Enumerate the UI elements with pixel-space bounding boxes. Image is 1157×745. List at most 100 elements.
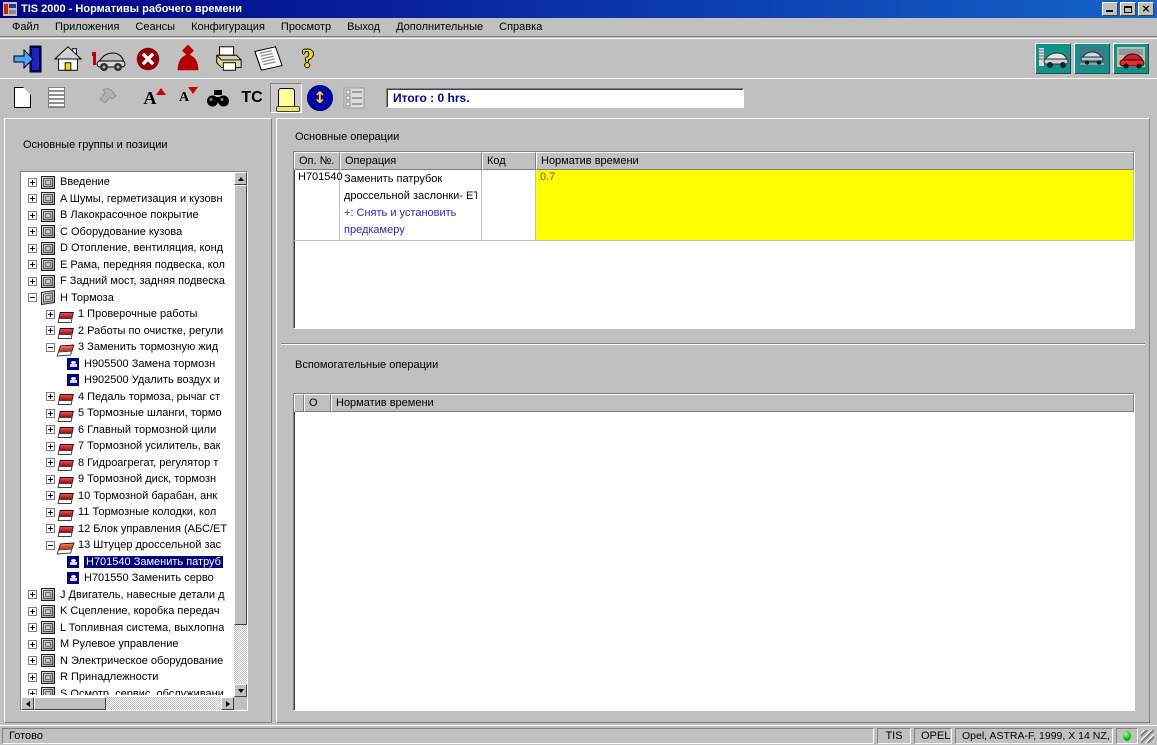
tree-item-h8[interactable]: 8 Гидроагрегат, регулятор т	[23, 455, 232, 472]
help-button[interactable]: ?	[288, 41, 328, 77]
tree-item-group-a[interactable]: A Шумы, герметизация и кузовн	[23, 191, 232, 208]
expand-icon[interactable]	[28, 656, 37, 665]
tree-item-group-b[interactable]: B Лакокрасочное покрытие	[23, 207, 232, 224]
tree-item-h7[interactable]: 7 Тормозной усилитель, вак	[23, 438, 232, 455]
menu-sessions[interactable]: Сеансы	[127, 19, 183, 36]
horizontal-scroll-thumb[interactable]	[34, 697, 106, 710]
expand-icon[interactable]	[46, 310, 55, 319]
tree-item-h5[interactable]: 5 Тормозные шланги, тормо	[23, 405, 232, 422]
expand-icon[interactable]	[46, 458, 55, 467]
tree-item-group-m[interactable]: M Рулевое управление	[23, 636, 232, 653]
expand-icon[interactable]	[46, 442, 55, 451]
tree-item-introduction[interactable]: Введение	[23, 174, 232, 191]
tc-codes-button[interactable]: TC	[236, 83, 268, 113]
operation-row[interactable]: H701540 Заменить патрубок дроссельной за…	[294, 170, 1134, 241]
expand-icon[interactable]	[46, 409, 55, 418]
exit-button[interactable]	[8, 41, 48, 77]
tree-vertical-scrollbar[interactable]	[234, 172, 247, 697]
resize-grip[interactable]	[1141, 730, 1154, 743]
tree-item-h1[interactable]: 1 Проверочные работы	[23, 306, 232, 323]
tree-item-h9[interactable]: 9 Тормозной диск, тормозн	[23, 471, 232, 488]
menu-additional[interactable]: Дополнительные	[388, 19, 491, 36]
total-hours-field[interactable]: Итого : 0 hrs.	[386, 88, 744, 108]
scroll-left-button[interactable]	[21, 697, 34, 710]
swap-updown-button[interactable]: ↕	[304, 83, 336, 113]
home-button[interactable]	[48, 41, 88, 77]
tree-item-h701550[interactable]: H701550 Заменить серво	[23, 570, 232, 587]
tree-item-h2[interactable]: 2 Работы по очистке, регули	[23, 323, 232, 340]
font-larger-button[interactable]: A	[134, 83, 166, 113]
scroll-up-button[interactable]	[234, 172, 247, 185]
font-smaller-button[interactable]: A	[168, 83, 200, 113]
tree-item-h12[interactable]: 12 Блок управления (АБС/ЕТ	[23, 521, 232, 538]
tree-item-h13[interactable]: 13 Штуцер дроссельной зас	[23, 537, 232, 554]
tree-item-h902500[interactable]: H902500 Удалить воздух и	[23, 372, 232, 389]
expand-icon[interactable]	[46, 326, 55, 335]
collapse-icon[interactable]	[46, 343, 55, 352]
menu-file[interactable]: Файл	[4, 19, 47, 36]
print-button[interactable]	[208, 41, 248, 77]
minimize-button[interactable]	[1102, 2, 1118, 16]
expand-icon[interactable]	[28, 640, 37, 649]
vertical-scroll-thumb[interactable]	[234, 185, 247, 625]
tree-horizontal-scrollbar[interactable]	[21, 697, 234, 710]
tree-item-group-c[interactable]: C Оборудование кузова	[23, 224, 232, 241]
menu-exit[interactable]: Выход	[339, 19, 388, 36]
customer-button[interactable]	[168, 41, 208, 77]
tree-item-h905500[interactable]: H905500 Замена тормозн	[23, 356, 232, 373]
expand-icon[interactable]	[28, 673, 37, 682]
scroll-down-button[interactable]	[234, 684, 247, 697]
catalog-button[interactable]	[248, 41, 288, 77]
expand-icon[interactable]	[28, 244, 37, 253]
tree-item-group-j[interactable]: J Двигатель, навесные детали д	[23, 587, 232, 604]
expand-icon[interactable]	[28, 689, 37, 695]
tree-item-h3[interactable]: 3 Заменить тормозную жид	[23, 339, 232, 356]
expand-icon[interactable]	[46, 491, 55, 500]
tree-item-group-d[interactable]: D Отопление, вентиляция, конд	[23, 240, 232, 257]
expand-icon[interactable]	[28, 623, 37, 632]
stamp-button[interactable]	[92, 83, 124, 113]
menu-view[interactable]: Просмотр	[273, 19, 339, 36]
expand-icon[interactable]	[46, 425, 55, 434]
expand-icon[interactable]	[28, 227, 37, 236]
tree-item-h4[interactable]: 4 Педаль тормоза, рычаг ст	[23, 389, 232, 406]
vehicle-service-button[interactable]	[88, 41, 128, 77]
expand-icon[interactable]	[28, 260, 37, 269]
tree-item-group-k[interactable]: K Сцепление, коробка передач	[23, 603, 232, 620]
maximize-button[interactable]	[1120, 2, 1136, 16]
tree-item-h6[interactable]: 6 Главный тормозной цили	[23, 422, 232, 439]
tree-item-group-e[interactable]: E Рама, передняя подвеска, кол	[23, 257, 232, 274]
expand-icon[interactable]	[28, 590, 37, 599]
tree-item-h701540[interactable]: H701540 Заменить патруб	[23, 554, 232, 571]
new-document-button[interactable]	[6, 83, 38, 113]
tree-item-group-f[interactable]: F Задний мост, задняя подвеска	[23, 273, 232, 290]
operation-link[interactable]: +: Снять и установить	[344, 205, 477, 222]
find-button[interactable]	[202, 83, 234, 113]
expand-icon[interactable]	[46, 524, 55, 533]
tree-item-group-n[interactable]: N Электрическое оборудование	[23, 653, 232, 670]
time-cell-highlighted[interactable]: 0.7	[536, 170, 1134, 241]
highlight-button[interactable]	[270, 83, 302, 113]
menu-help[interactable]: Справка	[491, 19, 550, 36]
scroll-right-button[interactable]	[221, 697, 234, 710]
car-lift-button[interactable]	[1074, 43, 1110, 74]
collapse-icon[interactable]	[28, 293, 37, 302]
details-button[interactable]	[338, 83, 370, 113]
close-button[interactable]: ×	[1138, 2, 1154, 16]
expand-icon[interactable]	[28, 607, 37, 616]
tree-item-h10[interactable]: 10 Тормозной барабан, анк	[23, 488, 232, 505]
expand-icon[interactable]	[46, 392, 55, 401]
collapse-icon[interactable]	[46, 541, 55, 550]
tree-item-group-h[interactable]: H Тормоза	[23, 290, 232, 307]
expand-icon[interactable]	[46, 508, 55, 517]
expand-icon[interactable]	[46, 475, 55, 484]
operation-link[interactable]: предкамеру	[344, 222, 477, 239]
document-list-button[interactable]	[40, 83, 72, 113]
expand-icon[interactable]	[28, 277, 37, 286]
tree-item-group-r[interactable]: R Принадлежности	[23, 669, 232, 686]
tree-item-group-l[interactable]: L Топливная система, выхлопна	[23, 620, 232, 637]
expand-icon[interactable]	[28, 194, 37, 203]
menu-configuration[interactable]: Конфигурация	[183, 19, 273, 36]
expand-icon[interactable]	[28, 211, 37, 220]
tree-item-h11[interactable]: 11 Тормозные колодки, кол	[23, 504, 232, 521]
